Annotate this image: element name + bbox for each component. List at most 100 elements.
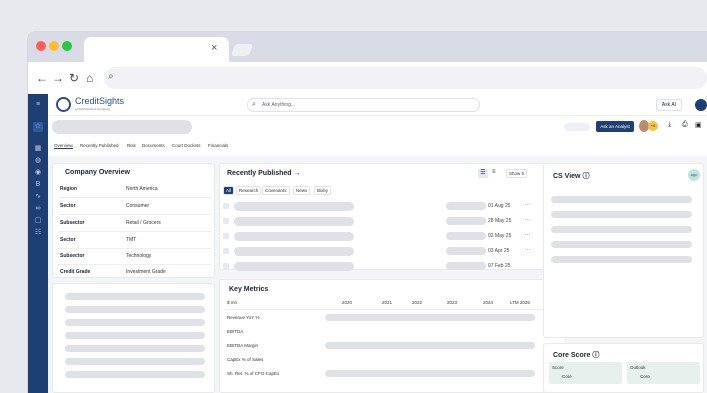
new-tab-button[interactable] [230,44,254,56]
more-icon[interactable]: ··· [525,217,530,223]
skeleton-line [551,226,692,233]
doc-icon [223,218,229,224]
year-header: 2024 [483,300,494,305]
user-avatar[interactable] [695,99,707,111]
filter-bixby[interactable]: Bixby [314,186,332,195]
doc-icon [223,203,229,209]
globe-icon[interactable]: ◍ [33,156,43,166]
analyst-count-badge[interactable]: +4 [648,121,658,131]
address-bar-row: ← → ↻ ⌂ ⌕ [28,62,707,94]
download-icon[interactable]: ⤓ [668,121,671,129]
url-bar[interactable]: ⌕ [104,67,707,89]
publish-date: 02 May 25 [488,233,512,239]
info-icon[interactable]: ⓘ [582,173,589,180]
divider [58,214,211,215]
skeleton-line [65,319,205,326]
grid-icon[interactable]: ▦ [33,144,43,154]
outlook-label: Outlook [630,365,646,370]
search-input[interactable]: ⌕ Ask Anything... [247,98,480,112]
doc-icon [223,233,229,239]
skeleton-line [65,358,205,365]
top-nav: CreditSights a FitchSolutions Company ⌕ … [48,94,707,116]
back-icon[interactable]: ← [36,71,48,85]
forward-icon[interactable]: → [52,71,64,85]
filter-news[interactable]: News [293,186,311,195]
browser-tab[interactable] [84,37,229,62]
tab-court-dockets[interactable]: Court Dockets [172,143,201,148]
company-name-placeholder [52,120,192,134]
title-placeholder [234,217,354,226]
document-icon[interactable]: ▢ [33,216,43,226]
overview-label: Region [60,186,77,192]
skeleton-line [65,293,205,300]
tab-financials[interactable]: Financials [208,143,228,148]
tab-recently-published[interactable]: Recently Published [80,143,119,148]
score-label: Score [552,365,564,370]
app: ≡ ☆ ▦ ◍ ◉ B ∿ ∞ ▢ ☷ CreditSights a Fitch… [28,94,707,393]
minimize-dot[interactable] [49,41,59,51]
metric-placeholder [325,314,535,321]
tab-overview[interactable]: Overview [54,143,73,149]
publish-date: 03 Apr 25 [488,248,510,254]
brand-tagline: a FitchSolutions Company [75,107,111,111]
show-count-select[interactable]: Show 5 [506,169,528,178]
more-icon[interactable]: ··· [525,202,530,208]
creditsights-logo-icon [56,97,71,112]
year-header: 2020 [342,300,353,305]
title-placeholder [234,247,354,256]
analyst-avatar[interactable]: agn [688,169,700,181]
metric-label: CapEx % of Sales [227,357,264,362]
link-icon[interactable]: ∞ [33,204,43,214]
title-placeholder [234,262,354,271]
core-score-title: Core Score ⓘ [553,352,600,359]
divider [58,248,211,249]
close-dot[interactable] [36,41,46,51]
source-placeholder [446,232,486,240]
skeleton-line [551,196,692,203]
compact-view-icon[interactable]: ≡ [492,169,496,175]
filter-all[interactable]: All [223,186,235,195]
overview-label: Sector [60,203,76,209]
divider [58,197,211,198]
close-tab-icon[interactable]: × [211,42,217,54]
filter-research[interactable]: Research [236,186,262,195]
search-icon: ⌕ [252,101,256,108]
divider [58,231,211,232]
bold-icon[interactable]: B [33,180,43,190]
metric-placeholder [325,370,535,377]
list-view-icon[interactable]: ☰ [478,169,488,178]
maximize-dot[interactable] [62,41,72,51]
more-icon[interactable]: ▣ [695,121,702,129]
menu-icon[interactable]: ≡ [33,100,43,110]
loading-card [52,283,215,393]
year-header: LTM 2025 [510,300,530,305]
reload-icon[interactable]: ↻ [69,71,79,85]
page-tabs: Overview Recently Published Risk Documen… [48,140,707,154]
pulse-icon[interactable]: ∿ [33,192,43,202]
star-icon[interactable]: ☆ [33,122,43,132]
key-metrics-title: Key Metrics [229,286,269,293]
metric-label: Revenue YoY % [227,315,260,320]
print-icon[interactable]: ⎙ [682,121,688,129]
users-icon[interactable]: ☷ [33,228,43,238]
tab-documents[interactable]: Documents [142,143,165,148]
info-icon[interactable]: ⓘ [592,352,599,359]
filter-covenants[interactable]: Covenants [262,186,290,195]
filter-chips[interactable] [564,123,590,131]
source-placeholder [446,217,486,225]
score-box: Score Core [549,362,622,384]
recently-published-title[interactable]: Recently Published → [227,170,301,177]
database-icon[interactable]: ◉ [33,168,43,178]
home-icon[interactable]: ⌂ [86,71,93,85]
more-icon[interactable]: ··· [525,247,530,253]
overview-value: North America [126,186,158,192]
title-placeholder [234,232,354,241]
divider [58,264,211,265]
more-icon[interactable]: ··· [525,232,530,238]
ask-ai-button[interactable]: Ask AI [656,99,682,111]
ask-analyst-button[interactable]: Ask an Analyst [596,121,634,132]
skeleton-line [551,256,692,263]
tab-risk[interactable]: Risk [127,143,136,148]
cs-view-title: CS View ⓘ [553,173,590,180]
metric-label: EBITDA [227,329,244,334]
